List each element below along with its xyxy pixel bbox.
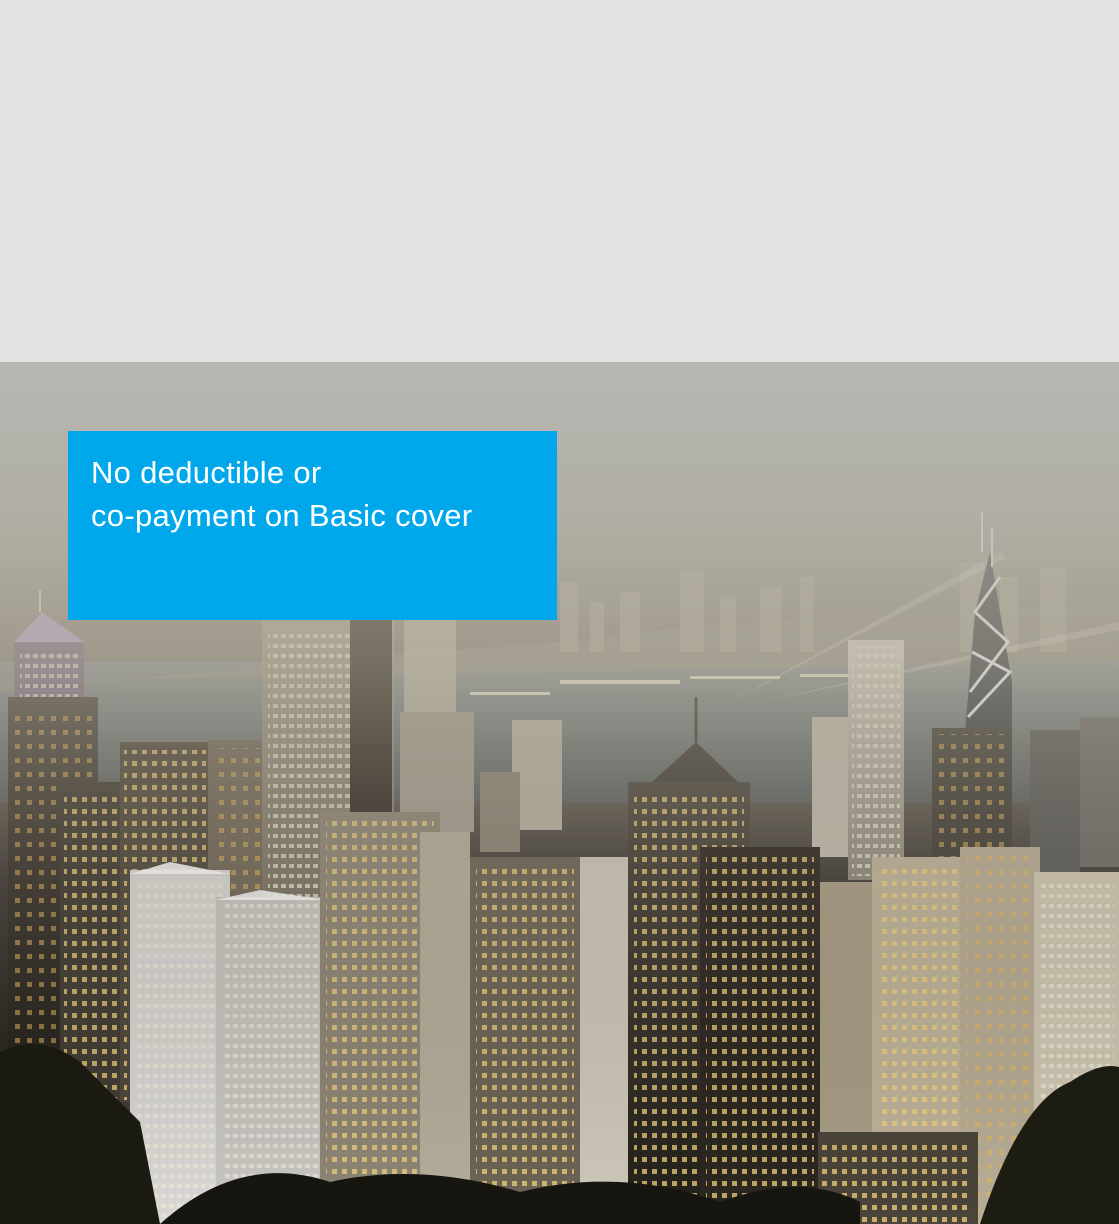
callout-line-2: co-payment on Basic cover — [91, 498, 473, 533]
feature-callout-text: No deductible or co-payment on Basic cov… — [91, 451, 535, 537]
top-blank-band — [0, 0, 1119, 362]
callout-line-1: No deductible or — [91, 455, 322, 490]
feature-callout-box: No deductible or co-payment on Basic cov… — [68, 431, 557, 620]
